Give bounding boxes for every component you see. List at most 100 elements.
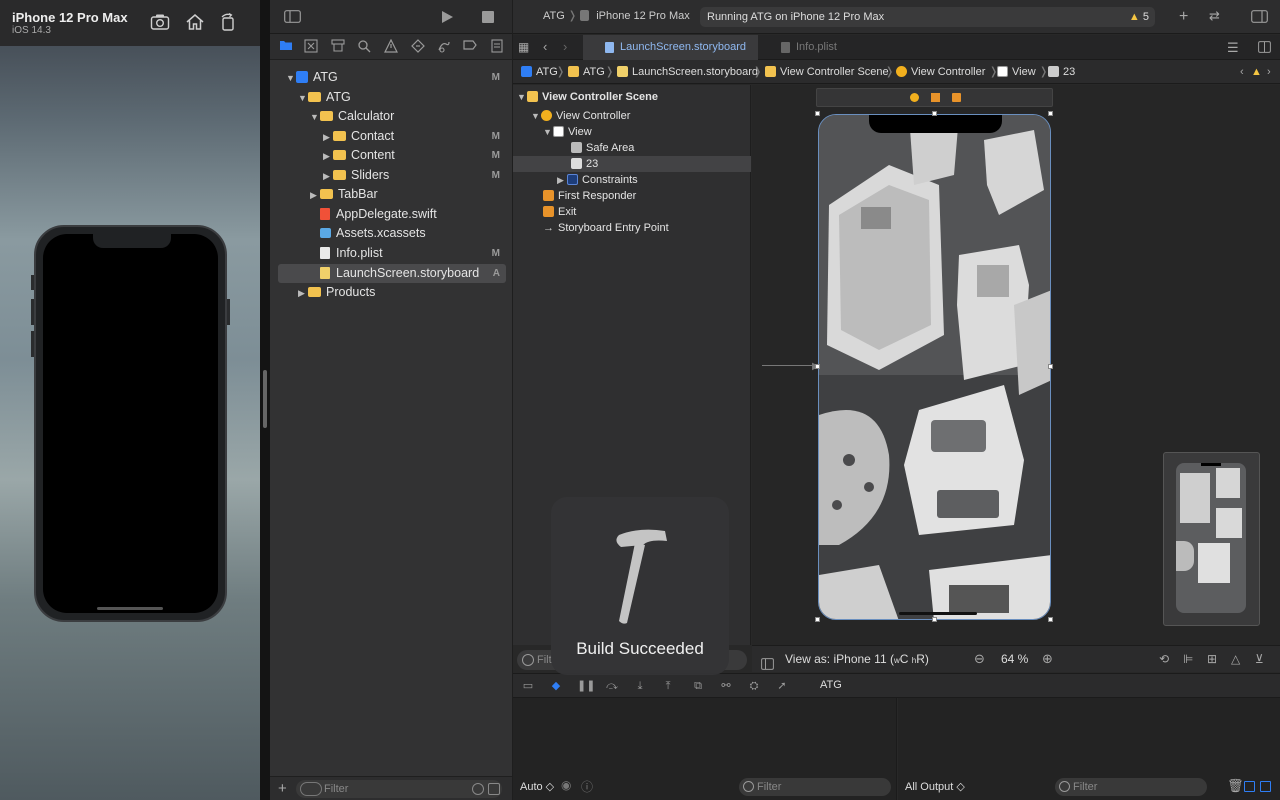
- disclosure-closed-icon[interactable]: ▶: [557, 172, 567, 188]
- variables-filter-input[interactable]: Filter: [739, 778, 891, 796]
- breakpoint-navigator-icon[interactable]: [462, 39, 478, 55]
- resize-handle[interactable]: [1048, 111, 1053, 116]
- zoom-in-icon[interactable]: ⊕: [1042, 646, 1053, 672]
- outline-item-scene[interactable]: ▼ View Controller Scene: [513, 89, 751, 105]
- add-icon[interactable]: +: [278, 780, 287, 797]
- disclosure-open-icon[interactable]: ▼: [298, 89, 308, 108]
- memory-graph-icon[interactable]: ⚯: [719, 679, 733, 693]
- warnings-indicator[interactable]: ▲ 5: [1129, 7, 1149, 27]
- sidebar-toggle-icon[interactable]: [284, 10, 301, 26]
- forward-icon[interactable]: ›: [563, 39, 567, 54]
- simulated-iphone[interactable]: [31, 225, 230, 622]
- simulate-location-icon[interactable]: ➚: [775, 679, 789, 693]
- tree-item-content[interactable]: ▶ Content M: [278, 146, 506, 165]
- trash-icon[interactable]: 🗑: [1227, 778, 1244, 794]
- disclosure-closed-icon[interactable]: ▶: [310, 186, 320, 205]
- disclosure-open-icon[interactable]: ▼: [531, 108, 541, 124]
- library-add-icon[interactable]: +: [1179, 8, 1188, 26]
- breadcrumb-view[interactable]: View: [997, 60, 1036, 84]
- resize-handle[interactable]: [932, 617, 937, 622]
- first-responder-icon[interactable]: [931, 93, 940, 102]
- console-output-selector[interactable]: All Output ◇: [905, 780, 965, 793]
- previous-issue-icon[interactable]: ‹: [1240, 60, 1244, 84]
- show-variables-icon[interactable]: [1244, 781, 1255, 792]
- step-out-icon[interactable]: ⤒: [661, 679, 675, 693]
- breadcrumb-scene[interactable]: View Controller Scene: [765, 60, 889, 84]
- breadcrumb-file[interactable]: LaunchScreen.storyboard: [617, 60, 758, 84]
- warning-icon[interactable]: ▲: [1251, 60, 1262, 84]
- split-editor-icon[interactable]: [1258, 41, 1271, 56]
- add-constraints-icon[interactable]: ⊞: [1207, 646, 1217, 672]
- step-over-icon[interactable]: ⤼: [605, 679, 619, 693]
- recent-files-icon[interactable]: [472, 783, 484, 795]
- tab-info-plist[interactable]: Info.plist: [759, 35, 929, 60]
- rotate-icon[interactable]: [218, 12, 240, 33]
- disclosure-open-icon[interactable]: ▼: [286, 69, 296, 88]
- tree-item-info-plist[interactable]: Info.plist M: [278, 244, 506, 263]
- folder-navigator-icon[interactable]: [278, 39, 294, 55]
- divider-grip[interactable]: [263, 370, 267, 428]
- outline-item-entry-point[interactable]: → Storyboard Entry Point: [513, 220, 751, 236]
- resize-handle[interactable]: [815, 364, 820, 369]
- related-items-icon[interactable]: ▦: [518, 40, 529, 54]
- navigator-filter-input[interactable]: Filter: [296, 780, 502, 798]
- tree-item-contact[interactable]: ▶ Contact M: [278, 127, 506, 146]
- console-filter-input[interactable]: Filter: [1055, 778, 1207, 796]
- source-control-icon[interactable]: [303, 39, 319, 55]
- console-view[interactable]: All Output ◇ Filter 🗑: [898, 698, 1280, 800]
- canvas-minimap[interactable]: [1163, 452, 1260, 626]
- outline-item-view-controller[interactable]: ▼ View Controller: [513, 108, 751, 124]
- search-icon[interactable]: [356, 39, 372, 55]
- exit-icon[interactable]: [952, 93, 961, 102]
- outline-item-first-responder[interactable]: First Responder: [513, 188, 751, 204]
- interface-builder-canvas[interactable]: ▶: [752, 85, 1280, 645]
- tree-item-calculator[interactable]: ▼ Calculator: [278, 107, 506, 126]
- outline-item-constraints[interactable]: ▶ Constraints: [513, 172, 751, 188]
- tree-item-assets[interactable]: Assets.xcassets: [278, 224, 506, 243]
- resolve-issues-icon[interactable]: △: [1231, 646, 1240, 672]
- zoom-out-icon[interactable]: ⊖: [974, 646, 985, 672]
- hide-debug-area-icon[interactable]: ▭: [521, 679, 535, 693]
- variables-scope-selector[interactable]: Auto ◇: [520, 780, 554, 793]
- tree-item-appdelegate[interactable]: AppDelegate.swift: [278, 205, 506, 224]
- resize-handle[interactable]: [932, 111, 937, 116]
- disclosure-open-icon[interactable]: ▼: [517, 89, 527, 105]
- step-in-icon[interactable]: ⤓: [633, 679, 647, 693]
- embed-in-icon[interactable]: ⊻: [1255, 646, 1264, 672]
- tree-item-group-atg[interactable]: ▼ ATG: [278, 88, 506, 107]
- source-control-filter-icon[interactable]: [488, 783, 500, 795]
- resize-handle[interactable]: [815, 617, 820, 622]
- environment-overrides-icon[interactable]: ⛭: [747, 679, 761, 693]
- outline-item-image-view[interactable]: 23: [513, 156, 751, 172]
- editor-options-icon[interactable]: ☰: [1227, 40, 1239, 56]
- test-navigator-icon[interactable]: [410, 39, 426, 55]
- inspector-toggle-icon[interactable]: [1251, 10, 1268, 26]
- outline-item-view[interactable]: ▼ View: [513, 124, 751, 140]
- resize-handle[interactable]: [815, 111, 820, 116]
- pause-icon[interactable]: ❚❚: [577, 679, 595, 693]
- outline-item-exit[interactable]: Exit: [513, 204, 751, 220]
- next-issue-icon[interactable]: ›: [1267, 60, 1271, 84]
- launch-screen-image-view[interactable]: [818, 114, 1051, 620]
- update-frames-icon[interactable]: ⟲: [1159, 646, 1169, 672]
- stop-icon[interactable]: [482, 11, 494, 23]
- info-icon[interactable]: ⓘ: [581, 778, 593, 795]
- breadcrumb-image-view[interactable]: 23: [1048, 60, 1075, 84]
- tree-item-tabbar[interactable]: ▶ TabBar: [278, 185, 506, 204]
- disclosure-closed-icon[interactable]: ▶: [323, 128, 333, 147]
- breakpoints-toggle-icon[interactable]: ◆: [549, 679, 563, 693]
- report-navigator-icon[interactable]: [489, 39, 505, 55]
- back-icon[interactable]: ‹: [543, 39, 547, 54]
- disclosure-closed-icon[interactable]: ▶: [323, 147, 333, 166]
- breadcrumb-view-controller[interactable]: View Controller: [896, 60, 985, 84]
- resize-handle[interactable]: [1048, 617, 1053, 622]
- disclosure-closed-icon[interactable]: ▶: [323, 167, 333, 186]
- view-as-device-selector[interactable]: View as: iPhone 11 (wC hR): [785, 646, 929, 674]
- home-icon[interactable]: [185, 13, 207, 33]
- show-console-icon[interactable]: [1260, 781, 1271, 792]
- run-icon[interactable]: [440, 10, 454, 27]
- issue-navigator-icon[interactable]: [383, 38, 399, 55]
- outline-item-safe-area[interactable]: Safe Area: [513, 140, 751, 156]
- scheme-selector[interactable]: ATG ❭ iPhone 12 Pro Max: [543, 9, 690, 22]
- disclosure-open-icon[interactable]: ▼: [310, 108, 320, 127]
